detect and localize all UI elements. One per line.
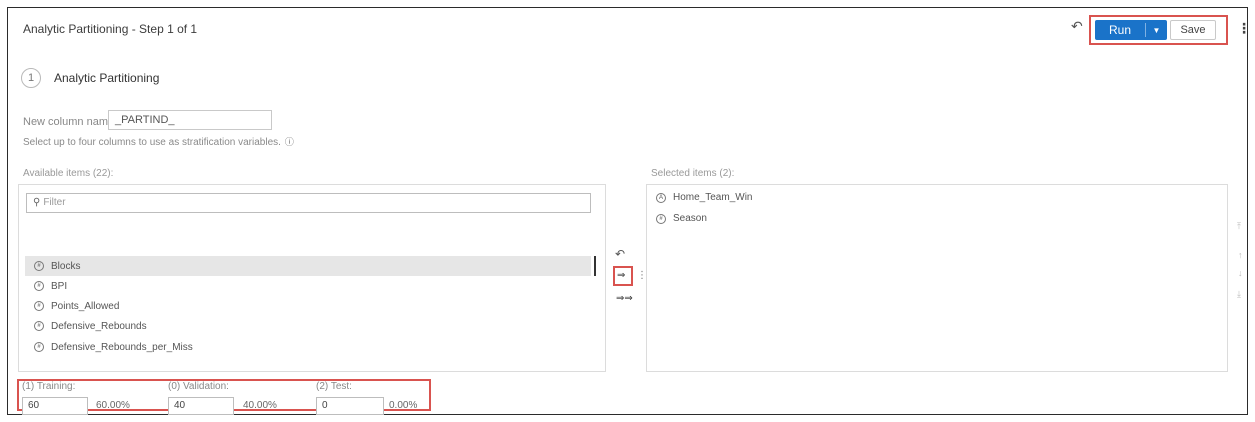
list-item[interactable]: # Defensive_Rebounds_per_Miss xyxy=(25,337,591,357)
search-icon: ⚲ xyxy=(33,197,41,208)
validation-input[interactable]: 40 xyxy=(168,397,234,415)
test-label: (2) Test: xyxy=(316,381,352,392)
run-button[interactable]: Run ▼ xyxy=(1095,20,1167,40)
filter-placeholder: Filter xyxy=(43,197,66,208)
validation-percent: 40.00% xyxy=(243,400,277,411)
numeric-icon: # xyxy=(34,281,44,291)
list-item[interactable]: # Points_Allowed xyxy=(25,296,591,316)
vertical-ellipsis-icon[interactable]: ⋮ xyxy=(1237,20,1251,37)
selected-items-panel xyxy=(646,184,1228,372)
character-icon: A xyxy=(656,192,666,203)
numeric-icon: # xyxy=(34,342,44,352)
reset-icon[interactable]: ↶ xyxy=(615,247,625,261)
selected-items-label: Selected items (2): xyxy=(651,168,735,179)
step-number: 1 xyxy=(21,68,41,88)
list-item[interactable]: # BPI xyxy=(25,276,591,296)
hint-text: Select up to four columns to use as stra… xyxy=(23,137,281,148)
column-name-label: New column name: xyxy=(23,116,118,128)
run-button-label: Run xyxy=(1108,23,1131,37)
training-input[interactable]: 60 xyxy=(22,397,88,415)
training-label: (1) Training: xyxy=(22,381,76,392)
caret-down-icon[interactable]: ▼ xyxy=(1146,26,1167,35)
save-button[interactable]: Save xyxy=(1170,20,1216,40)
numeric-icon: # xyxy=(34,321,44,331)
list-item[interactable]: # Defensive_Rebounds xyxy=(25,316,591,336)
selected-list-item[interactable]: # Season xyxy=(656,213,707,224)
stratification-hint: Select up to four columns to use as stra… xyxy=(23,135,294,148)
available-items-label: Available items (22): xyxy=(23,168,114,179)
page-title: Analytic Partitioning - Step 1 of 1 xyxy=(23,22,198,36)
help-icon[interactable]: ⓘ xyxy=(285,137,294,147)
move-up-icon[interactable]: ↑ xyxy=(1238,250,1243,260)
step-title: Analytic Partitioning xyxy=(54,71,160,85)
test-input[interactable]: 0 xyxy=(316,397,384,415)
list-item-label: Defensive_Rebounds xyxy=(51,320,147,332)
move-down-icon[interactable]: ↓ xyxy=(1238,268,1243,278)
undo-icon[interactable]: ↶ xyxy=(1071,18,1083,35)
selected-list-item[interactable]: A Home_Team_Win xyxy=(656,192,752,203)
list-item-label: Blocks xyxy=(51,260,81,272)
numeric-icon: # xyxy=(656,213,666,224)
training-percent: 60.00% xyxy=(96,400,130,411)
move-bottom-icon[interactable]: ⤓ xyxy=(1237,289,1241,300)
move-top-icon[interactable]: ⤒ xyxy=(1237,221,1241,232)
list-scrollbar[interactable] xyxy=(594,256,596,276)
add-all-icon[interactable]: ⇒⇒ xyxy=(616,293,633,304)
list-item-label: Points_Allowed xyxy=(51,300,120,312)
filter-input[interactable]: ⚲ Filter xyxy=(26,193,591,213)
selected-item-label: Home_Team_Win xyxy=(673,192,753,203)
column-name-input[interactable]: _PARTIND_ xyxy=(108,110,272,130)
numeric-icon: # xyxy=(34,301,44,311)
numeric-icon: # xyxy=(34,261,44,271)
selected-item-label: Season xyxy=(673,213,707,224)
test-percent: 0.00% xyxy=(389,400,418,411)
add-item-icon[interactable]: ⇒ xyxy=(617,270,625,281)
list-item-label: BPI xyxy=(51,280,68,292)
validation-label: (0) Validation: xyxy=(168,381,229,392)
list-item[interactable]: # Blocks xyxy=(25,256,591,276)
list-item-label: Defensive_Rebounds_per_Miss xyxy=(51,341,193,353)
